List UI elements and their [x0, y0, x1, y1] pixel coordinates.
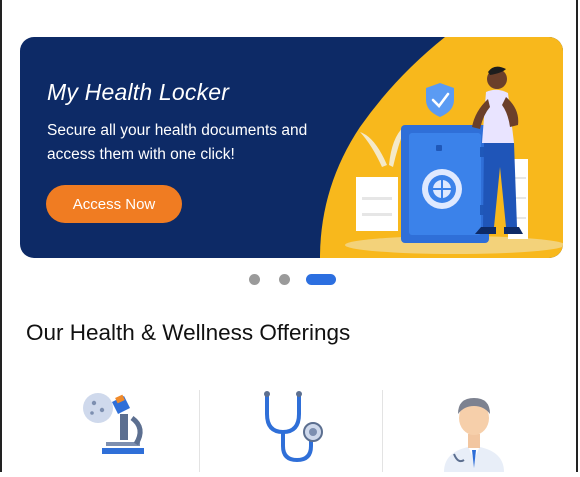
offering-lab-tests[interactable] [20, 388, 200, 472]
carousel-dot-1[interactable] [249, 274, 260, 285]
banner-subtitle: Secure all your health documents and acc… [47, 122, 308, 163]
stethoscope-icon [264, 391, 323, 463]
offering-doctor[interactable] [384, 388, 564, 472]
carousel-dot-2[interactable] [279, 274, 290, 285]
doctor-icon [444, 398, 504, 472]
banner-title: My Health Locker [47, 79, 230, 105]
microscope-icon [83, 393, 144, 454]
access-now-button[interactable]: Access Now [46, 185, 182, 223]
section-title: Our Health & Wellness Offerings [26, 320, 351, 345]
offering-divider-1 [199, 390, 200, 472]
offering-consultation[interactable] [201, 388, 381, 472]
carousel-dot-3-active[interactable] [306, 274, 336, 285]
health-locker-banner[interactable]: My Health Locker Secure all your health … [20, 37, 563, 258]
offering-divider-2 [382, 390, 383, 472]
